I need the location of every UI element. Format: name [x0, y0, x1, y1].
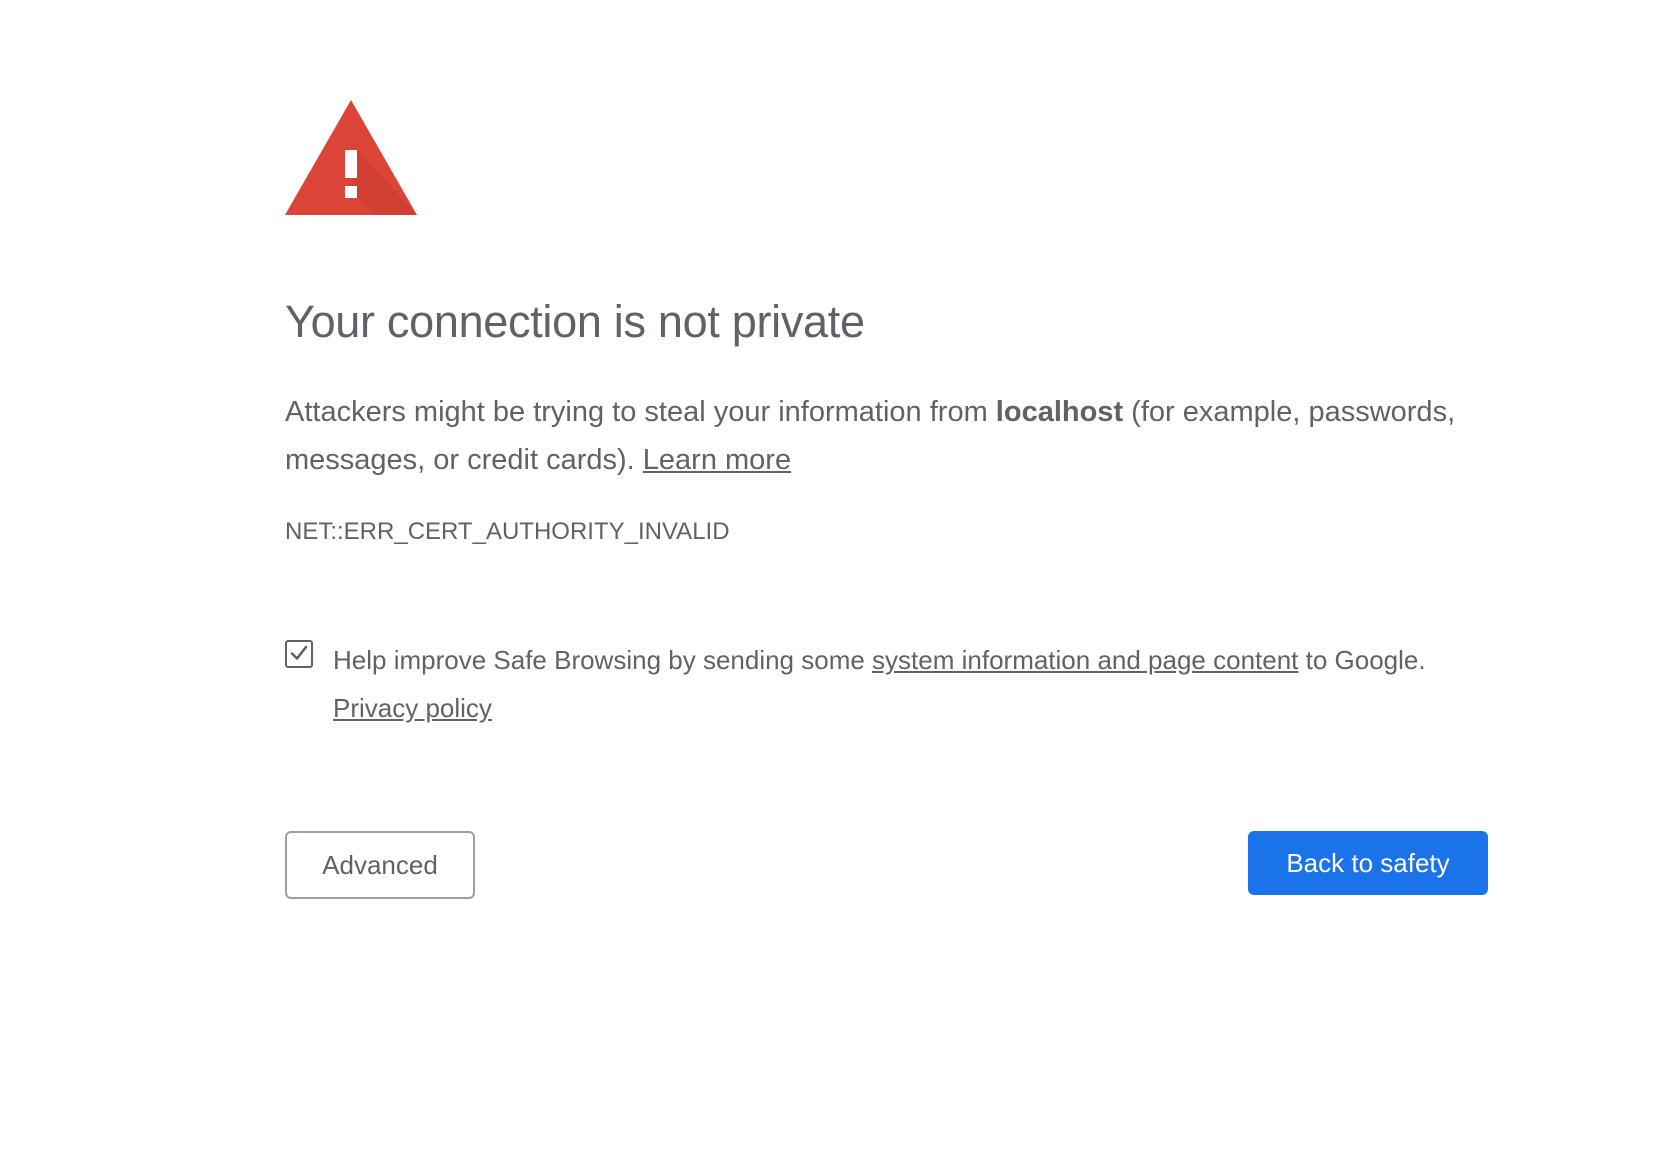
advanced-button[interactable]: Advanced [285, 831, 475, 899]
host-name: localhost [995, 396, 1124, 428]
back-to-safety-button[interactable]: Back to safety [1248, 831, 1488, 895]
main-message: Attackers might be trying to steal your … [285, 388, 1488, 484]
page-title: Your connection is not private [285, 296, 865, 347]
safe-browsing-text: Help improve Safe Browsing by sending so… [333, 636, 1493, 732]
safe-browsing-checkbox[interactable] [285, 640, 313, 668]
privacy-policy-link[interactable]: Privacy policy [333, 693, 492, 723]
safe-browsing-text-after: to Google. [1298, 645, 1426, 675]
error-code: NET::ERR_CERT_AUTHORITY_INVALID [285, 518, 730, 545]
checkmark-icon [290, 645, 308, 660]
safe-browsing-text-before: Help improve Safe Browsing by sending so… [333, 645, 873, 675]
learn-more-link[interactable]: Learn more [643, 444, 791, 476]
system-info-link[interactable]: system information and page content [872, 645, 1298, 675]
main-message-text: Attackers might be trying to steal your … [285, 396, 996, 428]
warning-triangle-icon [285, 100, 417, 215]
